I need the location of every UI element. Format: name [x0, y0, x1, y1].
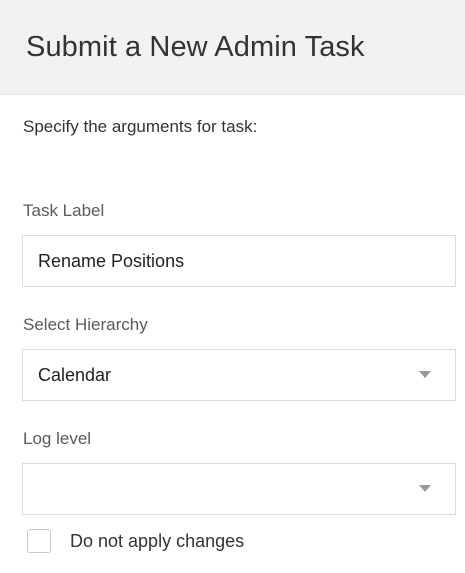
do-not-apply-checkbox[interactable] [27, 529, 51, 553]
task-label-input[interactable] [22, 235, 456, 287]
instructions-text: Specify the arguments for task: [23, 117, 258, 136]
hierarchy-selected-value: Calendar [38, 364, 112, 385]
panel-header: Submit a New Admin Task [0, 0, 465, 95]
hierarchy-label: Select Hierarchy [23, 315, 148, 334]
hierarchy-select[interactable]: Calendar [22, 349, 456, 401]
admin-task-panel: Submit a New Admin Task Specify the argu… [0, 0, 465, 573]
log-level-select[interactable] [22, 463, 456, 515]
panel-title: Submit a New Admin Task [26, 30, 365, 63]
chevron-down-icon [419, 371, 431, 378]
do-not-apply-label[interactable]: Do not apply changes [70, 531, 244, 552]
chevron-down-icon [419, 485, 431, 492]
log-level-label: Log level [23, 429, 92, 448]
task-label-label: Task Label [23, 201, 105, 220]
do-not-apply-option[interactable]: Do not apply changes [27, 529, 244, 553]
